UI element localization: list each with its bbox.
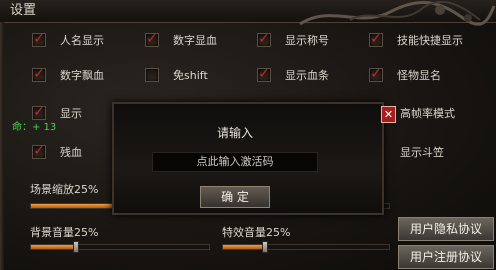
option-label: 免shift — [173, 69, 208, 82]
scene-zoom-label: 场景缩放25% — [30, 183, 99, 196]
option-label: 显示 — [60, 107, 82, 120]
floating-combat-text: 命：+ 13 — [12, 122, 57, 133]
checkbox-name-display[interactable]: ✓ — [32, 31, 46, 47]
checkbox-monster-name[interactable]: ✓ — [369, 66, 383, 82]
option-label: 显示斗笠 — [400, 146, 444, 159]
fx-volume-label: 特效音量25% — [222, 226, 291, 239]
dialog-title: 请输入 — [216, 126, 253, 140]
check-icon: ✓ — [146, 31, 158, 47]
check-icon: ✓ — [258, 66, 270, 82]
check-icon: ✓ — [33, 143, 45, 159]
check-icon: ✓ — [370, 31, 382, 47]
bg-volume-slider[interactable] — [30, 241, 210, 253]
check-icon: ✓ — [33, 104, 45, 120]
settings-title: 设置 — [10, 3, 37, 18]
option-label: 显示血条 — [285, 69, 329, 82]
option-label: 人名显示 — [60, 34, 104, 47]
checkbox-no-shift[interactable]: ✓ — [145, 68, 159, 82]
checkbox-hp-bar[interactable]: ✓ — [257, 66, 271, 82]
privacy-agreement-button[interactable]: 用户隐私协议 — [398, 217, 494, 241]
check-icon: ✓ — [258, 31, 270, 47]
checkbox-number-hp[interactable]: ✓ — [145, 31, 159, 47]
checkbox-floating-damage[interactable]: ✓ — [32, 66, 46, 82]
option-label: 技能快捷显示 — [397, 34, 463, 47]
check-icon: ✓ — [33, 66, 45, 82]
dragon-ornament — [299, 0, 496, 26]
close-icon[interactable]: ✕ — [381, 106, 396, 123]
option-label: 显示称号 — [285, 34, 329, 47]
option-label: 残血 — [60, 146, 82, 159]
option-label: 数字飘血 — [60, 69, 104, 82]
check-icon: ✓ — [370, 66, 382, 82]
checkbox-row3-col1[interactable]: ✓ — [32, 104, 46, 120]
checkbox-row4-col1[interactable]: ✓ — [32, 143, 46, 159]
checkbox-skill-shortcut[interactable]: ✓ — [369, 31, 383, 47]
option-label: 数字显血 — [173, 34, 217, 47]
slider-fill — [223, 245, 265, 249]
bg-volume-label: 背景音量25% — [30, 226, 99, 239]
option-label: 高帧率模式 — [400, 107, 455, 120]
confirm-button[interactable]: 确 定 — [200, 186, 270, 208]
panel-frame — [0, 22, 4, 270]
slider-fill — [31, 204, 121, 208]
slider-knob[interactable] — [261, 241, 268, 253]
activation-code-input[interactable]: 点此输入激活码 — [152, 152, 318, 172]
check-icon: ✓ — [33, 31, 45, 47]
slider-knob[interactable] — [72, 241, 79, 253]
register-agreement-button[interactable]: 用户注册协议 — [398, 245, 494, 269]
fx-volume-slider[interactable] — [222, 241, 390, 253]
slider-fill — [31, 245, 76, 249]
checkbox-show-title[interactable]: ✓ — [257, 31, 271, 47]
option-label: 怪物显名 — [397, 69, 441, 82]
